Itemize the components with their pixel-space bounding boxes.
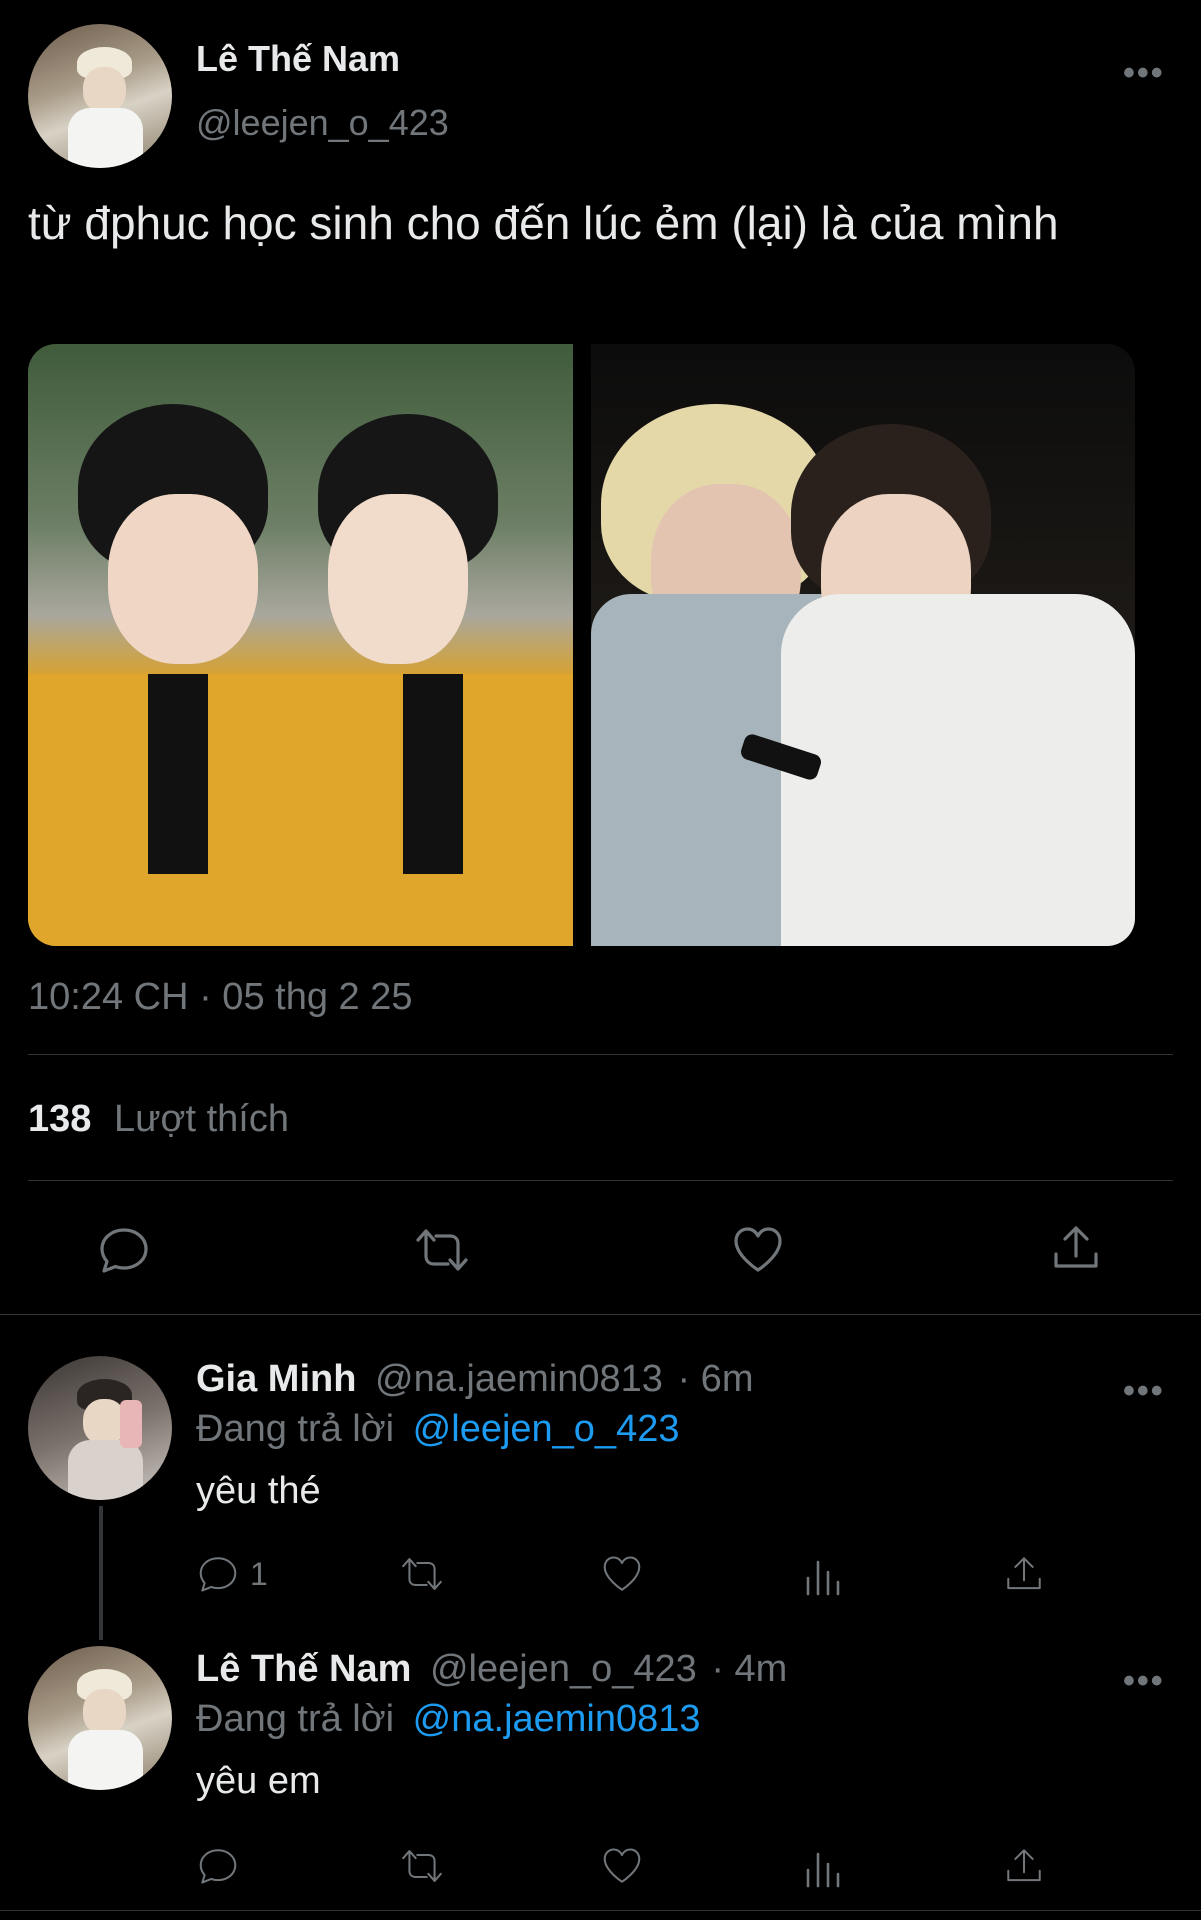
share-icon [1007,1849,1041,1882]
replying-to: Đang trả lời @leejen_o_423 [196,1408,679,1451]
reply-text: yêu thé [196,1470,321,1512]
retweet-button[interactable] [396,1844,448,1893]
reply-button[interactable]: 1 [196,1552,268,1596]
views-button[interactable] [802,1554,846,1603]
reply-time[interactable]: · 6m [677,1358,753,1400]
more-options-icon[interactable]: ••• [1123,1372,1165,1411]
replying-to: Đang trả lời @na.jaemin0813 [196,1698,701,1741]
more-options-icon[interactable]: ••• [1123,1662,1165,1701]
heart-icon [603,1848,641,1883]
reply-author-handle[interactable]: @leejen_o_423 [430,1648,697,1690]
retweet-icon [402,1558,442,1590]
replying-to-prefix: Đang trả lời [196,1698,395,1740]
retweet-icon [416,1229,468,1271]
thread-line [99,1506,103,1640]
speech-bubble-icon [100,1228,148,1273]
reply-avatar[interactable] [28,1646,172,1790]
share-icon [1054,1226,1098,1268]
share-icon [1007,1557,1041,1590]
reply-button[interactable] [196,1844,250,1888]
replying-to-prefix: Đang trả lời [196,1408,395,1450]
retweet-icon [402,1850,442,1882]
divider [28,1180,1173,1181]
tweet-photo-2[interactable] [591,344,1135,946]
heart-icon [603,1556,641,1591]
speech-bubble-icon [199,1557,237,1592]
reply-text: yêu em [196,1760,321,1802]
section-divider [0,1314,1201,1315]
likes-label: Lượt thích [113,1098,289,1140]
reply-header: Lê Thế Nam @leejen_o_423 · 4m [196,1648,787,1691]
speech-bubble-icon [199,1849,237,1884]
reply-author-handle[interactable]: @na.jaemin0813 [375,1358,663,1400]
reply-time[interactable]: · 4m [711,1648,787,1690]
tweet-text: từ đphuc học sinh cho đến lúc ẻm (lại) l… [28,197,1059,249]
reply-avatar[interactable] [28,1356,172,1500]
reply-header: Gia Minh @na.jaemin0813 · 6m [196,1358,753,1401]
likes-stat[interactable]: 138 Lượt thích [28,1098,289,1141]
views-button[interactable] [802,1846,846,1895]
bar-chart-icon [806,1560,840,1596]
author-name[interactable]: Lê Thế Nam [196,38,400,80]
reply-button[interactable] [96,1222,152,1278]
reply-author-name[interactable]: Gia Minh [196,1358,356,1400]
divider [28,1054,1173,1055]
tweet-photo-1[interactable] [28,344,573,946]
share-button[interactable] [1002,1844,1046,1893]
author-avatar[interactable] [28,24,172,168]
reply-author-name[interactable]: Lê Thế Nam [196,1648,411,1690]
like-button[interactable] [600,1552,644,1601]
replying-to-handle[interactable]: @leejen_o_423 [413,1408,680,1450]
share-button[interactable] [1048,1220,1104,1276]
more-options-icon[interactable]: ••• [1123,54,1165,93]
author-handle[interactable]: @leejen_o_423 [196,102,449,144]
like-button[interactable] [730,1222,786,1278]
likes-count: 138 [28,1098,92,1140]
heart-icon [734,1227,782,1272]
bar-chart-icon [806,1852,840,1888]
section-divider [0,1910,1201,1911]
reply-count: 1 [250,1555,268,1592]
retweet-button[interactable] [410,1222,474,1278]
like-button[interactable] [600,1844,644,1893]
share-button[interactable] [1002,1552,1046,1601]
tweet-timestamp[interactable]: 10:24 CH · 05 thg 2 25 [28,976,412,1019]
retweet-button[interactable] [396,1552,448,1601]
replying-to-handle[interactable]: @na.jaemin0813 [413,1698,701,1740]
